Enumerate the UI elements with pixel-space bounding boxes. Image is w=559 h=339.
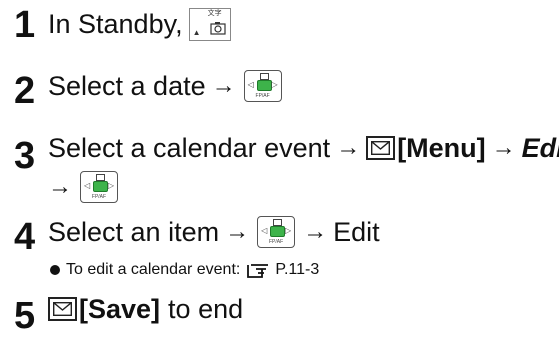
step-4-text: Select an item: [48, 216, 220, 247]
reference-hand-icon: [247, 264, 269, 278]
menu-label: [Menu]: [397, 132, 486, 163]
step-4-after: Edit: [333, 216, 380, 247]
note-reference[interactable]: P.11-3: [275, 262, 319, 278]
standby-key-icon: 文字 ▲: [188, 7, 231, 41]
step-3-text: Select a calendar event: [48, 132, 331, 163]
center-key-icon: ◁ ▷ FP/AF: [80, 171, 118, 203]
arrow-icon: →: [211, 72, 236, 99]
step-number: 1: [14, 4, 36, 46]
step-1-text: In Standby,: [48, 8, 183, 39]
step-3-line: Select a calendar event → [Menu] → Edit: [48, 128, 559, 168]
arrow-icon: →: [303, 218, 328, 245]
step-5-after: to end: [168, 293, 244, 324]
center-key-icon: ◁ ▷ FP/AF: [257, 216, 296, 248]
step-5-line: [Save] to end: [48, 289, 243, 329]
mail-key-icon: [366, 136, 396, 160]
save-label: [Save]: [79, 293, 161, 324]
arrow-icon: →: [225, 218, 250, 245]
arrow-icon: →: [336, 134, 361, 161]
note: To edit a calendar event: P.11-3: [50, 261, 319, 279]
edit-label: Edit: [521, 132, 559, 163]
arrow-icon: →: [48, 173, 72, 200]
step-4-line: Select an item → ◁ ▷ FP/AF → Edit: [48, 212, 380, 252]
mail-key-icon: [48, 297, 77, 321]
step-number: 5: [14, 295, 36, 337]
step-3-line-2: → ◁ ▷ FP/AF: [48, 170, 120, 204]
center-key-icon: ◁ ▷ FP/AF: [243, 70, 282, 102]
note-text: To edit a calendar event:: [66, 261, 241, 278]
step-number: 4: [14, 216, 36, 258]
step-number: 2: [14, 70, 36, 112]
step-2-text: Select a date: [48, 70, 206, 101]
arrow-icon: →: [491, 134, 516, 161]
bullet-icon: [50, 265, 60, 275]
step-2-line: Select a date → ◁ ▷ FP/AF: [48, 66, 284, 106]
step-1-line: In Standby, 文字 ▲: [48, 4, 231, 44]
step-number: 3: [14, 135, 36, 177]
